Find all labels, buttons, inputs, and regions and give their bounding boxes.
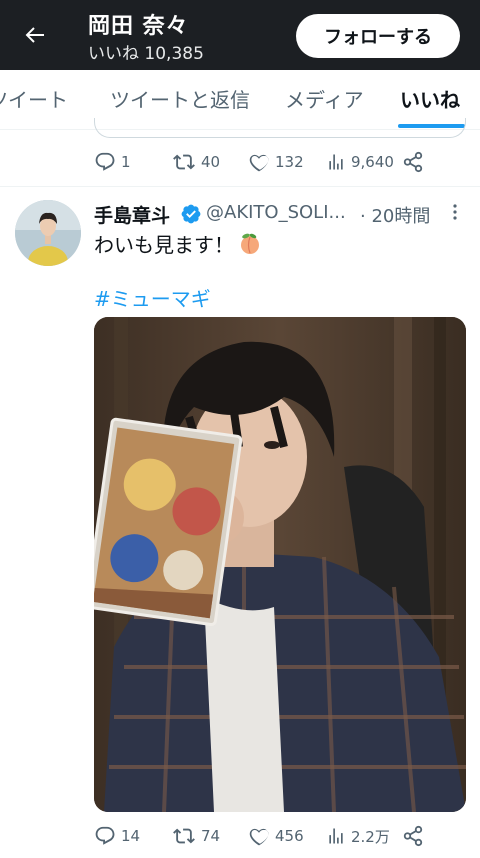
tweet-retweet-button[interactable]: 74	[172, 824, 220, 848]
tweet-divider	[0, 186, 480, 187]
likes-count: いいね 10,385	[88, 44, 204, 64]
views-button[interactable]: 9,640	[326, 150, 394, 174]
tab-media[interactable]: メディア	[285, 84, 364, 113]
reply-count: 1	[121, 153, 131, 171]
profile-header: 岡田 奈々 いいね 10,385 フォローする	[0, 0, 480, 70]
retweet-count: 40	[201, 153, 221, 171]
tab-likes[interactable]: いいね	[400, 84, 460, 113]
tweet-photo[interactable]	[94, 317, 466, 812]
tweet-time[interactable]: · 20時間	[360, 202, 430, 227]
retweet-icon	[173, 828, 195, 844]
verified-badge-icon	[181, 204, 201, 224]
like-icon	[249, 828, 269, 846]
tweet-reply-button[interactable]: 14	[94, 824, 140, 848]
tweet-views-button[interactable]: 2.2万	[326, 824, 390, 848]
reply-button[interactable]: 1	[94, 150, 131, 174]
tweet-like-button[interactable]: 456	[248, 824, 304, 848]
tweet-retweet-count: 74	[201, 827, 221, 845]
tweet-header: 手島章斗 @AKITO_SOLI... · 20時間	[94, 201, 454, 227]
views-icon	[329, 154, 343, 170]
profile-name: 岡田 奈々	[88, 14, 189, 39]
more-options-button[interactable]	[447, 203, 463, 221]
share-icon	[403, 825, 423, 847]
tweet-actions: 14 74 456 2.2万	[94, 824, 466, 848]
view-count: 9,640	[351, 153, 394, 171]
like-icon	[249, 154, 269, 172]
reply-icon	[95, 826, 115, 845]
more-options-icon	[453, 204, 457, 220]
retweet-icon	[173, 154, 195, 170]
tweet-text: わいも見ます！	[94, 229, 262, 258]
author-handle[interactable]: @AKITO_SOLI...	[206, 202, 346, 223]
previous-tweet-card-edge	[94, 118, 466, 138]
previous-tweet-actions: 1 40 132 9,640	[94, 150, 466, 174]
tweet-reply-count: 14	[121, 827, 141, 845]
author-avatar[interactable]	[15, 200, 81, 266]
reply-icon	[95, 152, 115, 171]
share-button[interactable]	[402, 150, 429, 174]
tweet-view-count: 2.2万	[351, 827, 390, 846]
tab-tweets[interactable]: ツイート	[0, 84, 68, 113]
views-icon	[329, 828, 343, 844]
tweet-share-button[interactable]	[402, 824, 429, 848]
peach-emoji-icon	[241, 233, 259, 254]
tab-tweets-and-replies[interactable]: ツイートと返信	[110, 84, 250, 113]
retweet-button[interactable]: 40	[172, 150, 220, 174]
tweet-text-body: わいも見ます！	[94, 233, 234, 257]
author-name[interactable]: 手島章斗	[94, 201, 170, 227]
back-arrow-icon	[25, 27, 44, 43]
tweet-like-count: 456	[275, 827, 304, 845]
share-icon	[403, 151, 423, 173]
like-button[interactable]: 132	[248, 150, 304, 174]
like-count: 132	[275, 153, 304, 171]
follow-button[interactable]: フォローする	[296, 14, 460, 58]
hashtag-link[interactable]: #ミューマギ	[94, 283, 211, 312]
back-button[interactable]	[18, 18, 52, 52]
